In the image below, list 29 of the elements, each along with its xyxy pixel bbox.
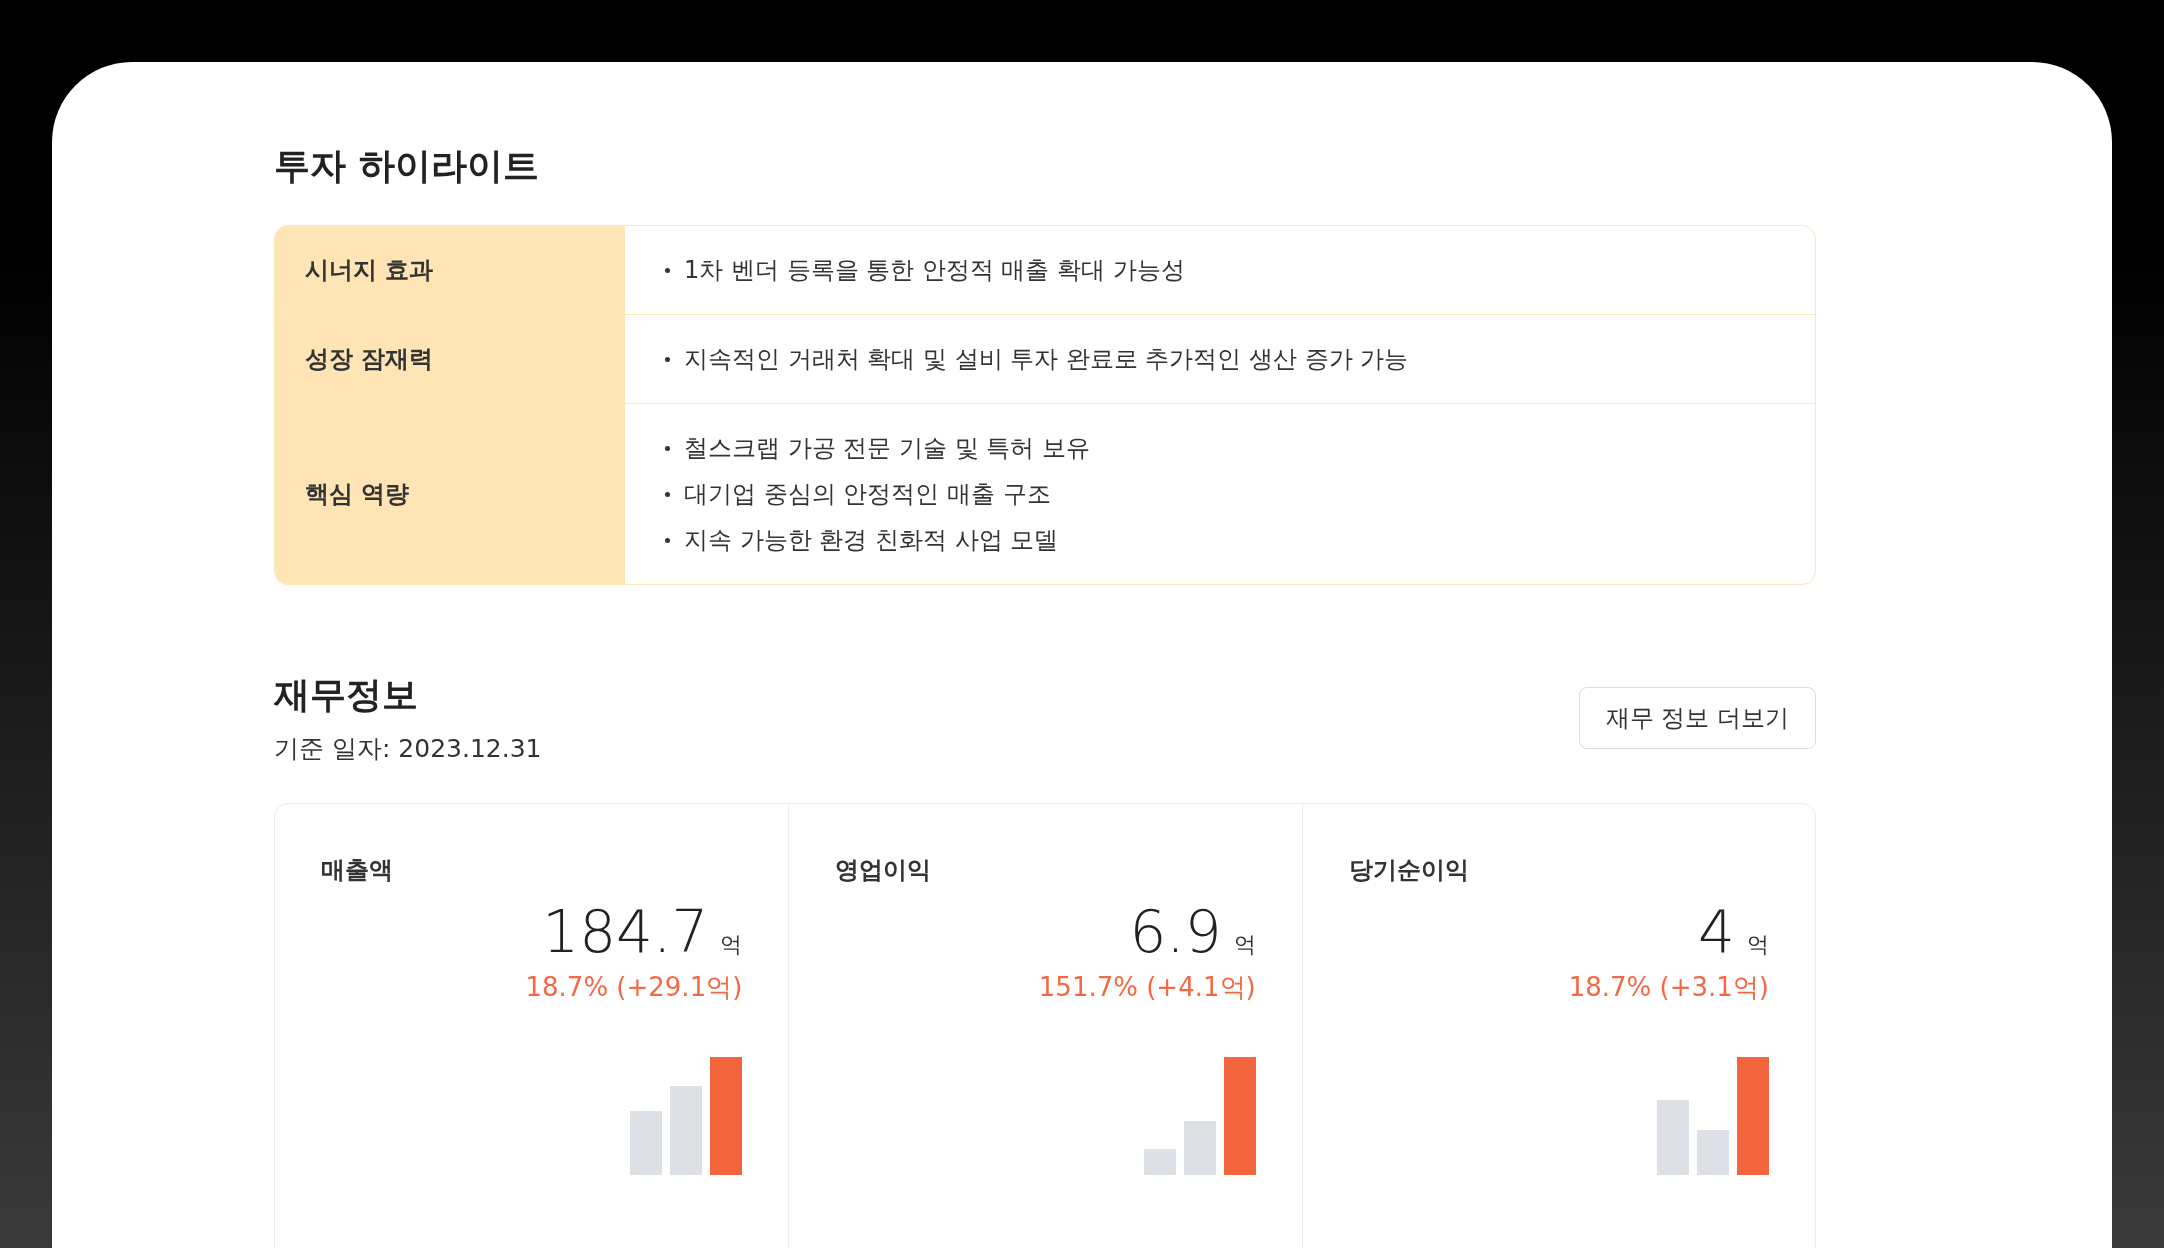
metric-value: 6.9 bbox=[1129, 898, 1222, 966]
metric-change: 18.7% (+29.1억) bbox=[524, 971, 743, 1004]
bullet-text: 1차 벤더 등록을 통한 안정적 매출 확대 가능성 bbox=[684, 255, 1185, 286]
metric-label: 영업이익 bbox=[835, 855, 933, 886]
row-label: 성장 잠재력 bbox=[275, 315, 625, 403]
metric-unit: 억 bbox=[1233, 931, 1256, 959]
bullet-text: 지속적인 거래처 확대 및 설비 투자 완료로 추가적인 생산 증가 가능 bbox=[684, 344, 1409, 375]
section-title: 재무정보 bbox=[274, 673, 419, 717]
bullet-text: 철스크랩 가공 전문 기술 및 특허 보유 bbox=[684, 433, 1090, 464]
metric-change: 151.7% (+4.1억) bbox=[1037, 971, 1256, 1004]
bullet-text: 대기업 중심의 안정적인 매출 구조 bbox=[684, 479, 1051, 510]
metric-value: 4 bbox=[1698, 898, 1735, 966]
metric-label: 당기순이익 bbox=[1348, 855, 1470, 886]
bullet-text: 지속 가능한 환경 친화적 사업 모델 bbox=[684, 525, 1059, 556]
metric-unit: 억 bbox=[720, 931, 743, 959]
metric-label: 매출액 bbox=[321, 855, 394, 886]
metric-value: 184.7 bbox=[542, 898, 709, 966]
reference-date: 기준 일자: 2023.12.31 bbox=[274, 733, 542, 765]
bullet-icon bbox=[665, 491, 670, 497]
bullet-icon bbox=[665, 267, 670, 273]
bullet-icon bbox=[665, 537, 670, 543]
section-title: 투자 하이라이트 bbox=[274, 144, 540, 188]
bullet-icon bbox=[665, 356, 670, 362]
row-label: 시너지 효과 bbox=[275, 226, 625, 314]
row-label: 핵심 역량 bbox=[275, 404, 625, 584]
metric-unit: 억 bbox=[1747, 931, 1769, 959]
more-button[interactable]: 재무 정보 더보기 bbox=[1578, 687, 1816, 749]
metric-change: 18.7% (+3.1억) bbox=[1567, 971, 1769, 1004]
bullet-icon bbox=[665, 445, 670, 451]
